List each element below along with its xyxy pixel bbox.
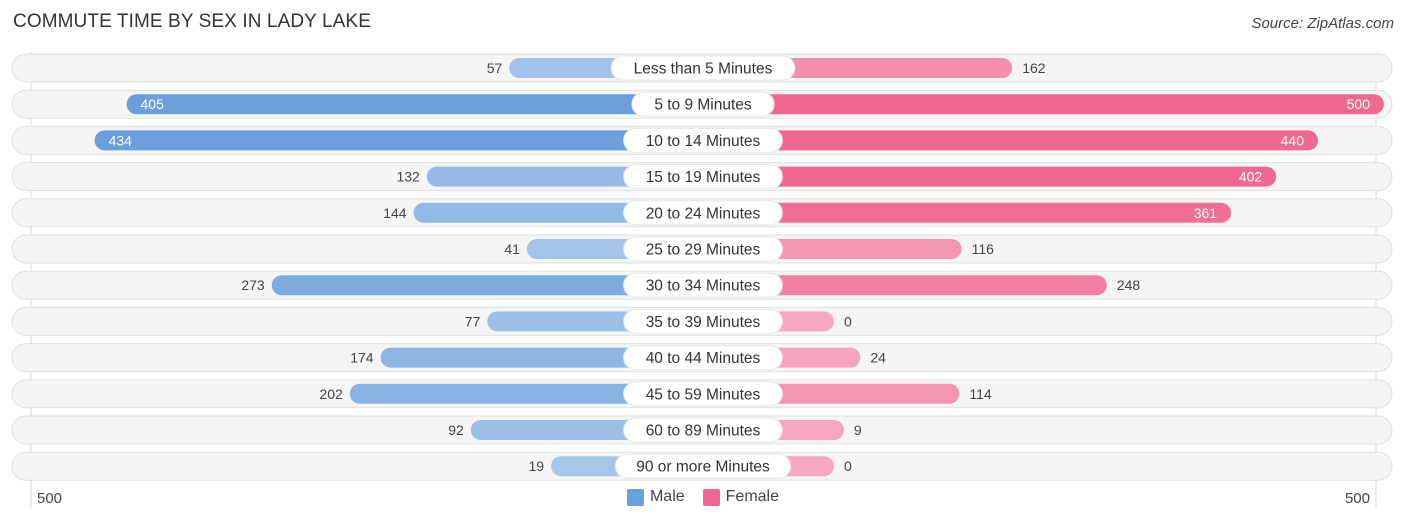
legend-swatch-female xyxy=(702,488,720,506)
legend-swatch-male xyxy=(626,488,644,506)
bar-female xyxy=(703,130,1318,151)
value-label-female: 440 xyxy=(1281,132,1305,148)
value-label-male: 273 xyxy=(241,277,265,293)
category-label: 30 to 34 Minutes xyxy=(646,278,761,295)
bar-male xyxy=(94,130,704,151)
legend: Male Female xyxy=(0,488,1406,506)
legend-item-female[interactable]: Female xyxy=(702,488,780,506)
value-label-female: 162 xyxy=(1022,60,1046,76)
value-label-male: 434 xyxy=(109,132,133,148)
legend-label-male: Male xyxy=(649,488,685,505)
bar-female xyxy=(703,94,1384,115)
category-label: 10 to 14 Minutes xyxy=(646,133,761,150)
legend-item-male[interactable]: Male xyxy=(626,488,685,506)
value-label-female: 114 xyxy=(969,386,992,402)
value-label-male: 77 xyxy=(465,313,481,329)
category-label: 25 to 29 Minutes xyxy=(646,242,761,259)
bar-female xyxy=(703,166,1277,187)
value-label-male: 144 xyxy=(383,205,407,221)
value-label-female: 0 xyxy=(844,313,852,329)
value-label-female: 361 xyxy=(1194,205,1218,221)
chart: 57 162 Less than 5 Minutes 405 500 5 to 9 Min… xyxy=(11,52,1393,508)
value-label-male: 202 xyxy=(319,386,343,402)
value-label-female: 402 xyxy=(1239,169,1263,185)
value-label-female: 24 xyxy=(870,350,886,366)
category-label: 45 to 59 Minutes xyxy=(646,386,761,403)
category-label: 90 or more Minutes xyxy=(636,459,770,476)
value-label-male: 41 xyxy=(504,241,520,257)
value-label-male: 405 xyxy=(141,96,165,112)
bar-male xyxy=(126,94,703,115)
value-label-male: 57 xyxy=(487,60,503,76)
category-label: 20 to 24 Minutes xyxy=(646,205,761,222)
category-label: 40 to 44 Minutes xyxy=(646,350,761,367)
value-label-female: 248 xyxy=(1117,277,1141,293)
value-label-female: 116 xyxy=(972,241,995,257)
legend-label-female: Female xyxy=(725,488,780,505)
value-label-female: 500 xyxy=(1347,96,1371,112)
category-label: Less than 5 Minutes xyxy=(634,61,773,78)
value-label-male: 92 xyxy=(448,422,464,438)
category-label: 35 to 39 Minutes xyxy=(646,314,761,331)
value-label-male: 19 xyxy=(529,458,545,474)
value-label-male: 132 xyxy=(396,169,420,185)
category-label: 15 to 19 Minutes xyxy=(646,169,761,186)
value-label-female: 9 xyxy=(854,422,862,438)
category-label: 60 to 89 Minutes xyxy=(646,423,761,440)
value-label-female: 0 xyxy=(844,458,852,474)
category-label: 5 to 9 Minutes xyxy=(654,97,752,114)
value-label-male: 174 xyxy=(350,350,374,366)
